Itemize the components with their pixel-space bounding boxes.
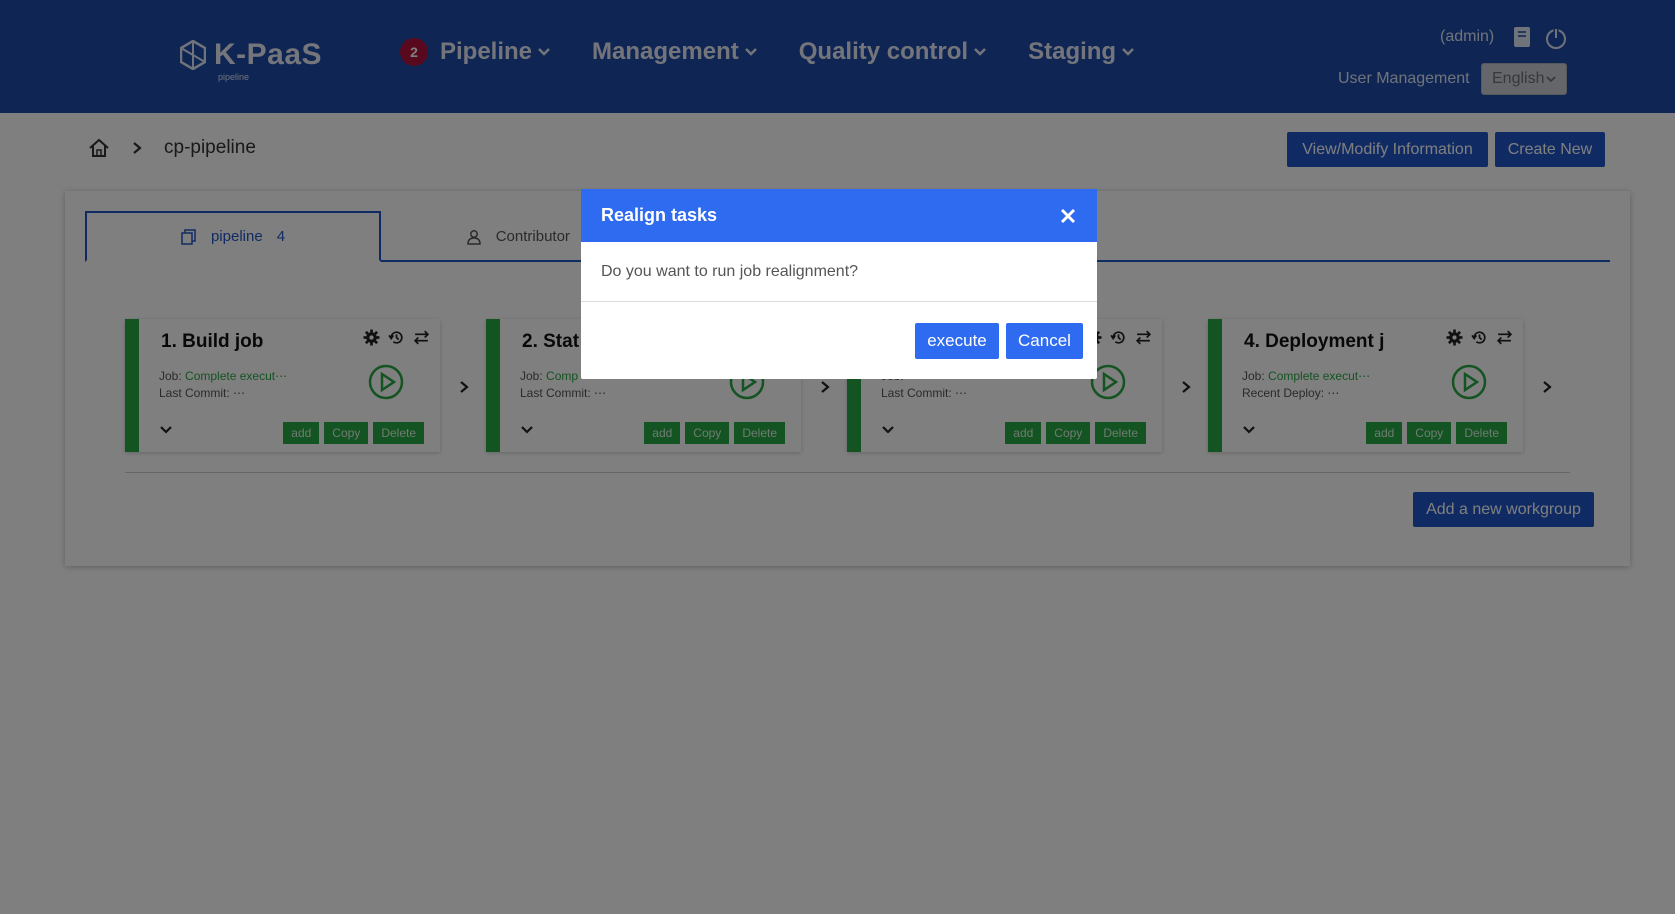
dialog-body: Do you want to run job realignment? bbox=[581, 242, 1097, 302]
dialog-footer: execute Cancel bbox=[581, 302, 1097, 379]
dialog-header: Realign tasks bbox=[581, 189, 1097, 242]
dialog-message: Do you want to run job realignment? bbox=[601, 262, 859, 280]
modal-backdrop[interactable] bbox=[0, 0, 1675, 914]
close-icon[interactable] bbox=[1059, 207, 1077, 225]
cancel-button[interactable]: Cancel bbox=[1006, 322, 1083, 359]
execute-button[interactable]: execute bbox=[915, 322, 999, 359]
dialog-title: Realign tasks bbox=[601, 205, 718, 225]
realign-tasks-dialog: Realign tasks Do you want to run job rea… bbox=[581, 189, 1097, 379]
